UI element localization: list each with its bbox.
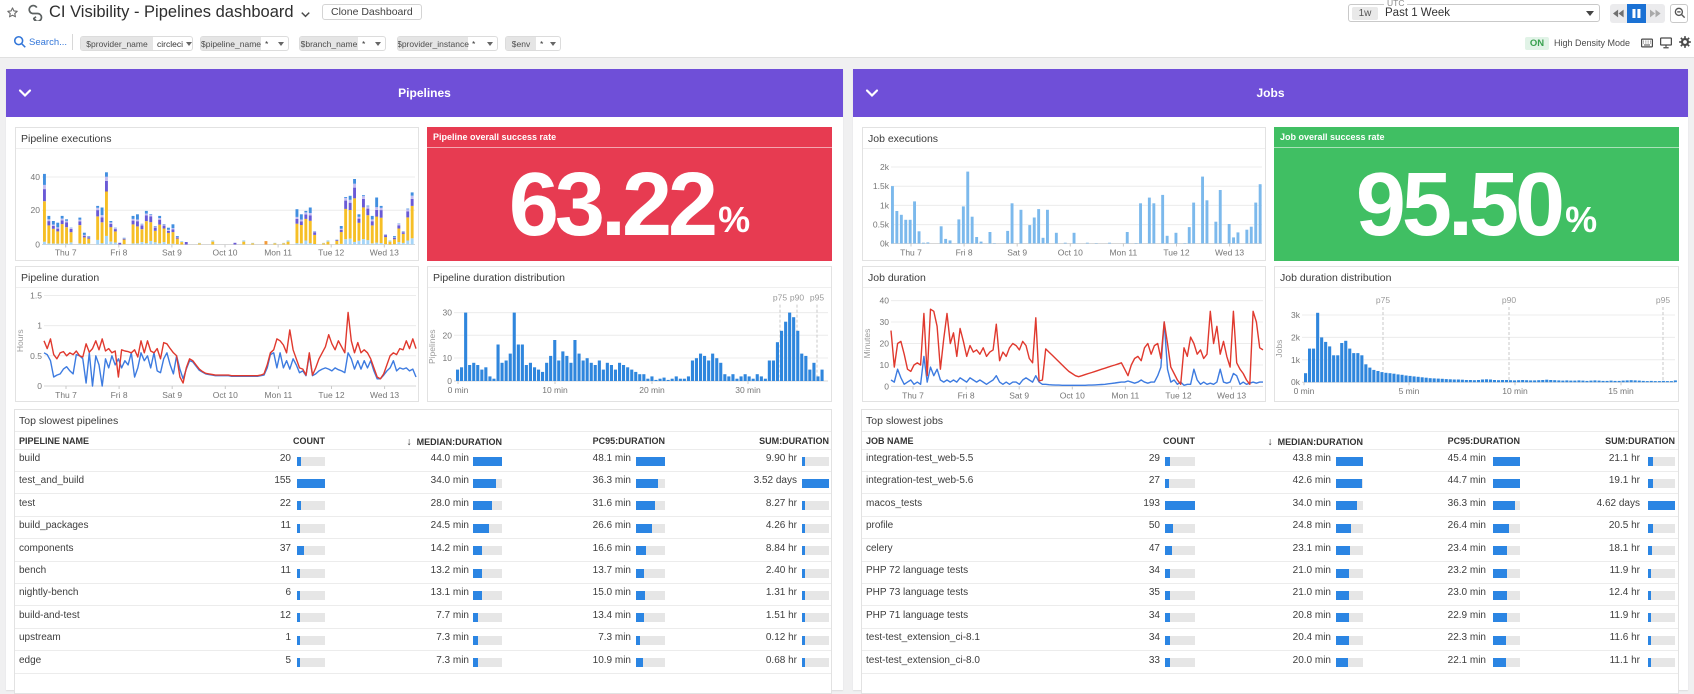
svg-text:Oct 10: Oct 10 bbox=[212, 248, 237, 258]
svg-text:Pipelines: Pipelines bbox=[428, 330, 437, 365]
svg-text:5 min: 5 min bbox=[1399, 386, 1420, 396]
svg-text:Wed 13: Wed 13 bbox=[370, 248, 399, 258]
svg-text:0.5k: 0.5k bbox=[873, 220, 890, 230]
svg-text:p75: p75 bbox=[1376, 295, 1390, 305]
svg-text:Fri 8: Fri 8 bbox=[111, 390, 128, 400]
svg-text:15 min: 15 min bbox=[1608, 386, 1634, 396]
svg-text:30: 30 bbox=[443, 308, 453, 318]
svg-text:Tue 12: Tue 12 bbox=[1165, 390, 1191, 400]
svg-text:1k: 1k bbox=[880, 200, 890, 210]
svg-text:10 min: 10 min bbox=[1502, 386, 1528, 396]
svg-text:Oct 10: Oct 10 bbox=[1060, 390, 1085, 400]
svg-text:20: 20 bbox=[443, 330, 453, 340]
svg-text:20: 20 bbox=[880, 339, 890, 349]
svg-text:3k: 3k bbox=[1291, 310, 1301, 320]
svg-text:10 min: 10 min bbox=[542, 385, 568, 395]
svg-text:Oct 10: Oct 10 bbox=[1058, 248, 1083, 258]
svg-text:Sat 9: Sat 9 bbox=[162, 248, 182, 258]
svg-text:Mon 11: Mon 11 bbox=[264, 248, 292, 258]
svg-text:Sat 9: Sat 9 bbox=[1009, 390, 1029, 400]
svg-text:Tue 12: Tue 12 bbox=[1163, 248, 1189, 258]
svg-text:1.5k: 1.5k bbox=[873, 181, 890, 191]
svg-text:0: 0 bbox=[35, 240, 40, 250]
svg-text:Thu 7: Thu 7 bbox=[55, 248, 77, 258]
svg-text:40: 40 bbox=[880, 296, 890, 306]
svg-text:0 min: 0 min bbox=[1294, 386, 1315, 396]
svg-text:Sat 9: Sat 9 bbox=[162, 390, 182, 400]
svg-text:Tue 12: Tue 12 bbox=[318, 248, 344, 258]
svg-text:0 min: 0 min bbox=[448, 385, 469, 395]
svg-text:p90: p90 bbox=[1502, 295, 1516, 305]
svg-text:1.5: 1.5 bbox=[30, 291, 42, 301]
svg-text:Mon 11: Mon 11 bbox=[265, 390, 293, 400]
svg-text:Thu 7: Thu 7 bbox=[900, 248, 922, 258]
svg-text:Tue 12: Tue 12 bbox=[318, 390, 344, 400]
svg-text:20: 20 bbox=[31, 205, 41, 215]
svg-text:Wed 13: Wed 13 bbox=[1217, 390, 1246, 400]
svg-text:Oct 10: Oct 10 bbox=[213, 390, 238, 400]
svg-text:Mon 11: Mon 11 bbox=[1110, 248, 1138, 258]
svg-text:0: 0 bbox=[37, 381, 42, 391]
svg-text:30 min: 30 min bbox=[735, 385, 761, 395]
svg-text:p95: p95 bbox=[810, 293, 824, 303]
svg-text:Jobs: Jobs bbox=[1275, 340, 1284, 358]
svg-text:1k: 1k bbox=[1291, 355, 1301, 365]
svg-text:Thu 7: Thu 7 bbox=[902, 390, 924, 400]
svg-text:Sat 9: Sat 9 bbox=[1007, 248, 1027, 258]
svg-text:Wed 13: Wed 13 bbox=[370, 390, 399, 400]
svg-text:0: 0 bbox=[884, 381, 889, 391]
svg-text:40: 40 bbox=[31, 172, 41, 182]
svg-text:Fri 8: Fri 8 bbox=[110, 248, 127, 258]
svg-text:Mon 11: Mon 11 bbox=[1112, 390, 1140, 400]
svg-text:2k: 2k bbox=[880, 162, 890, 172]
svg-text:Minutes: Minutes bbox=[863, 329, 872, 359]
svg-text:p75: p75 bbox=[773, 293, 787, 303]
svg-text:Wed 13: Wed 13 bbox=[1215, 248, 1244, 258]
svg-text:0.5: 0.5 bbox=[30, 351, 42, 361]
svg-text:Hours: Hours bbox=[16, 329, 25, 352]
svg-text:Thu 7: Thu 7 bbox=[55, 390, 77, 400]
svg-text:2k: 2k bbox=[1291, 332, 1301, 342]
svg-text:1: 1 bbox=[37, 321, 42, 331]
svg-text:Fri 8: Fri 8 bbox=[956, 248, 973, 258]
svg-text:10: 10 bbox=[443, 353, 453, 363]
svg-text:0k: 0k bbox=[880, 239, 890, 249]
svg-text:Fri 8: Fri 8 bbox=[958, 390, 975, 400]
svg-text:30: 30 bbox=[880, 317, 890, 327]
svg-text:20 min: 20 min bbox=[639, 385, 665, 395]
svg-text:10: 10 bbox=[880, 360, 890, 370]
svg-text:p95: p95 bbox=[1656, 295, 1670, 305]
svg-text:p90: p90 bbox=[790, 293, 804, 303]
